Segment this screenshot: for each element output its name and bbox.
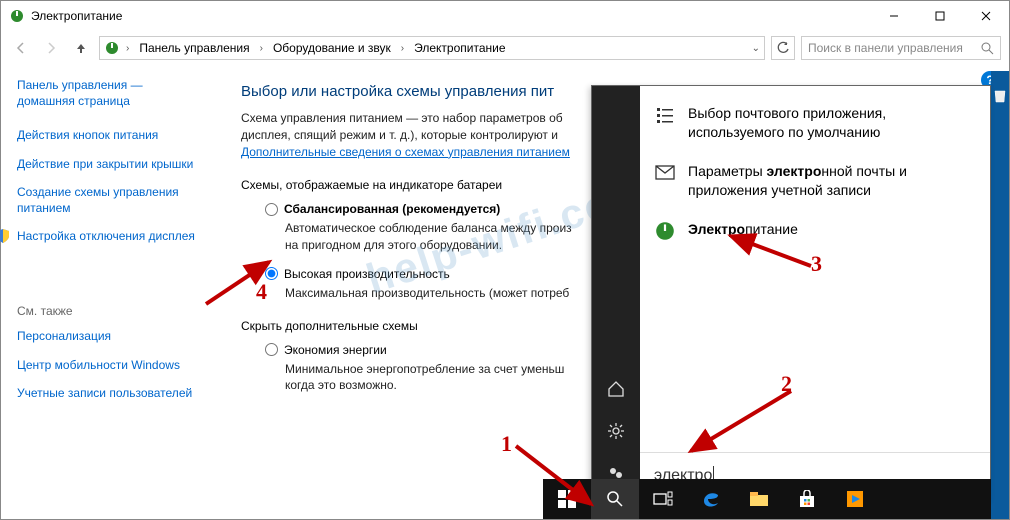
see-also-header: См. также <box>17 304 195 318</box>
task-view-button[interactable] <box>639 479 687 519</box>
power-icon <box>9 8 25 24</box>
plan-name[interactable]: Высокая производительность <box>284 267 450 281</box>
breadcrumb-item[interactable]: Панель управления <box>135 41 253 55</box>
power-icon <box>104 40 120 56</box>
home-rail-icon[interactable] <box>592 368 640 410</box>
sidebar-link[interactable]: Создание схемы управления питанием <box>17 184 195 216</box>
breadcrumb-item[interactable]: Оборудование и звук <box>269 41 395 55</box>
chevron-right-icon: › <box>124 43 131 54</box>
result-text: Параметры электронной почты и приложения… <box>688 162 976 200</box>
taskbar <box>543 479 991 519</box>
search-icon <box>980 41 994 55</box>
search-results-list: Выбор почтового приложения, используемог… <box>640 86 990 452</box>
search-category-rail <box>592 86 640 498</box>
sidebar-link[interactable]: Действия кнопок питания <box>17 127 195 143</box>
more-info-link[interactable]: Дополнительные сведения о схемах управле… <box>241 145 570 159</box>
shield-icon <box>0 228 11 244</box>
gear-icon[interactable] <box>592 410 640 452</box>
plan-radio[interactable] <box>265 343 278 356</box>
search-results-panel: Выбор почтового приложения, используемог… <box>591 85 991 499</box>
media-player-icon[interactable] <box>831 479 879 519</box>
chevron-down-icon[interactable]: ⌄ <box>752 43 760 54</box>
sidebar-link[interactable]: Учетные записи пользователей <box>17 385 195 401</box>
back-button[interactable] <box>9 36 33 60</box>
search-placeholder: Поиск в панели управления <box>808 41 963 55</box>
edge-icon[interactable] <box>687 479 735 519</box>
search-result-item[interactable]: Выбор почтового приложения, используемог… <box>654 104 976 142</box>
close-button[interactable] <box>963 1 1009 31</box>
sidebar-link[interactable]: Персонализация <box>17 328 195 344</box>
sidebar-link[interactable]: Настройка отключения дисплея <box>17 228 195 244</box>
minimize-button[interactable] <box>871 1 917 31</box>
refresh-button[interactable] <box>771 36 795 60</box>
file-explorer-icon[interactable] <box>735 479 783 519</box>
search-result-item[interactable]: Электропитание <box>654 220 976 242</box>
maximize-button[interactable] <box>917 1 963 31</box>
sidebar: Панель управления — домашняя страница Де… <box>1 65 211 519</box>
chevron-right-icon: › <box>258 43 265 54</box>
taskbar-search-button[interactable] <box>591 479 639 519</box>
chevron-right-icon: › <box>399 43 406 54</box>
power-icon <box>654 220 676 242</box>
sidebar-link[interactable]: Центр мобильности Windows <box>17 357 195 373</box>
store-icon[interactable] <box>783 479 831 519</box>
control-panel-home-link[interactable]: Панель управления — домашняя страница <box>17 77 195 109</box>
mail-icon <box>654 162 676 184</box>
plan-radio[interactable] <box>265 267 278 280</box>
up-button[interactable] <box>69 36 93 60</box>
search-result-item[interactable]: Параметры электронной почты и приложения… <box>654 162 976 200</box>
plan-radio[interactable] <box>265 203 278 216</box>
recycle-bin-icon[interactable] <box>991 79 1009 111</box>
result-text: Выбор почтового приложения, используемог… <box>688 104 976 142</box>
plan-name[interactable]: Экономия энергии <box>284 343 387 357</box>
breadcrumb-item[interactable]: Электропитание <box>410 41 509 55</box>
breadcrumb[interactable]: › Панель управления › Оборудование и зву… <box>99 36 765 60</box>
title-bar: Электропитание <box>1 1 1009 31</box>
forward-button[interactable] <box>39 36 63 60</box>
result-text: Электропитание <box>688 220 798 239</box>
window-title: Электропитание <box>31 9 871 23</box>
settings-list-icon <box>654 104 676 126</box>
start-button[interactable] <box>543 479 591 519</box>
sidebar-link[interactable]: Действие при закрытии крышки <box>17 156 195 172</box>
search-input[interactable]: Поиск в панели управления <box>801 36 1001 60</box>
plan-name[interactable]: Сбалансированная (рекомендуется) <box>284 202 500 216</box>
desktop-background <box>991 71 1009 519</box>
nav-bar: › Панель управления › Оборудование и зву… <box>1 31 1009 65</box>
